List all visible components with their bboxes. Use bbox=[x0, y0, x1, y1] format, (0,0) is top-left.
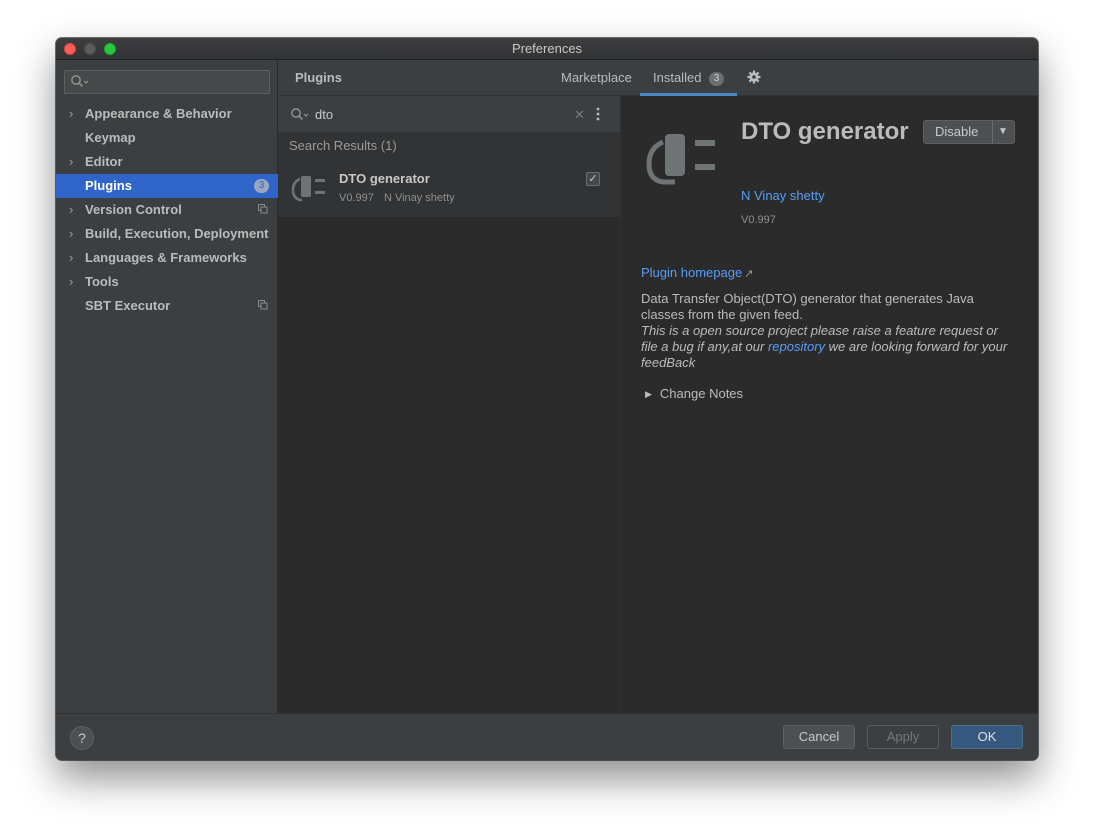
tab-installed[interactable]: Installed 3 bbox=[640, 60, 738, 96]
tab-marketplace[interactable]: Marketplace bbox=[561, 60, 632, 96]
plugin-list-item[interactable]: DTO generator V0.997 N Vinay shetty ✓ bbox=[278, 158, 620, 217]
repository-link[interactable]: repository bbox=[768, 339, 825, 354]
gear-icon[interactable] bbox=[747, 70, 761, 84]
disable-button-label: Disable bbox=[935, 124, 979, 139]
plugin-description: Data Transfer Object(DTO) generator that… bbox=[641, 291, 1011, 371]
ok-button[interactable]: OK bbox=[951, 725, 1023, 749]
cancel-button[interactable]: Cancel bbox=[783, 725, 855, 749]
dropdown-arrow-icon[interactable]: ▼ bbox=[998, 121, 1008, 143]
plugin-detail-pane: DTO generator N Vinay shetty V0.997 Disa… bbox=[621, 96, 1038, 713]
plugin-meta: V0.997 N Vinay shetty bbox=[339, 192, 462, 204]
triangle-right-icon: ▶ bbox=[645, 389, 652, 399]
sidebar-item-version-control[interactable]: › Version Control bbox=[56, 198, 278, 222]
sidebar-item-label: SBT Executor bbox=[85, 298, 171, 313]
plugin-plug-icon bbox=[291, 176, 325, 202]
sidebar-item-label: Languages & Frameworks bbox=[85, 250, 247, 265]
minimize-window-button[interactable] bbox=[84, 43, 96, 55]
plugin-enabled-checkbox[interactable]: ✓ bbox=[586, 172, 600, 186]
plugin-search-input[interactable]: dto bbox=[315, 96, 333, 133]
sidebar-item-label: Editor bbox=[85, 154, 123, 169]
plugins-header: Plugins Marketplace Installed 3 bbox=[278, 60, 1038, 96]
sidebar-item-languages-frameworks[interactable]: › Languages & Frameworks bbox=[56, 246, 278, 270]
chevron-right-icon: › bbox=[69, 202, 74, 217]
plugin-detail-version: V0.997 bbox=[741, 214, 776, 226]
plugin-detail-vendor[interactable]: N Vinay shetty bbox=[741, 188, 825, 203]
page-title: Plugins bbox=[295, 70, 342, 85]
plugins-count-badge: 3 bbox=[254, 179, 269, 193]
description-italic-text: This is a open source project please rai… bbox=[641, 323, 1011, 371]
plugin-plug-icon bbox=[646, 134, 715, 185]
sidebar-item-label: Version Control bbox=[85, 202, 182, 217]
sidebar-item-label: Keymap bbox=[85, 130, 136, 145]
split-button-divider bbox=[992, 121, 993, 143]
tab-label: Marketplace bbox=[561, 70, 632, 85]
sidebar-item-keymap[interactable]: Keymap bbox=[56, 126, 278, 150]
window-title: Preferences bbox=[511, 41, 583, 56]
installed-count-badge: 3 bbox=[709, 72, 725, 86]
sidebar-item-sbt-executor[interactable]: SBT Executor bbox=[56, 294, 278, 318]
plugin-search-bar: dto ✕ bbox=[278, 96, 620, 133]
preferences-window: Preferences › Appearance & Behavior Keym… bbox=[56, 38, 1038, 760]
plugin-vendor: N Vinay shetty bbox=[383, 192, 455, 204]
project-settings-icon bbox=[258, 204, 268, 214]
sidebar-item-tools[interactable]: › Tools bbox=[56, 270, 278, 294]
search-icon bbox=[71, 75, 89, 87]
description-text: Data Transfer Object(DTO) generator that… bbox=[641, 291, 974, 322]
more-options-icon[interactable] bbox=[596, 106, 600, 122]
title-bar: Preferences bbox=[56, 38, 1038, 60]
disable-plugin-button[interactable]: Disable ▼ bbox=[923, 120, 1015, 144]
dialog-footer: ? Cancel Apply OK bbox=[56, 713, 1038, 760]
plugin-detail-name: DTO generator bbox=[741, 118, 909, 145]
chevron-right-icon: › bbox=[69, 226, 74, 241]
chevron-right-icon: › bbox=[69, 274, 74, 289]
chevron-right-icon: › bbox=[69, 106, 74, 121]
clear-search-icon[interactable]: ✕ bbox=[574, 96, 585, 133]
close-window-button[interactable] bbox=[64, 43, 76, 55]
external-link-icon: ↗ bbox=[744, 268, 754, 280]
chevron-right-icon: › bbox=[69, 250, 74, 265]
plugin-list-pane: dto ✕ Search Results (1) DTO generator V… bbox=[278, 96, 621, 713]
sidebar-item-plugins[interactable]: Plugins 3 bbox=[56, 174, 278, 198]
search-icon bbox=[291, 108, 309, 120]
maximize-window-button[interactable] bbox=[104, 43, 116, 55]
sidebar-item-label: Build, Execution, Deployment bbox=[85, 226, 269, 241]
search-results-header: Search Results (1) bbox=[278, 133, 620, 158]
sidebar-item-label: Plugins bbox=[85, 178, 132, 193]
homepage-label: Plugin homepage bbox=[641, 265, 743, 280]
plugin-homepage-link[interactable]: Plugin homepage ↗ bbox=[641, 265, 753, 280]
project-settings-icon bbox=[258, 300, 268, 310]
sidebar-item-build-execution-deployment[interactable]: › Build, Execution, Deployment bbox=[56, 222, 278, 246]
change-notes-label: Change Notes bbox=[659, 386, 744, 401]
sidebar-item-appearance-behavior[interactable]: › Appearance & Behavior bbox=[56, 102, 278, 126]
change-notes-toggle[interactable]: ▶ Change Notes bbox=[645, 386, 743, 401]
plugin-version: V0.997 bbox=[339, 192, 374, 204]
chevron-right-icon: › bbox=[69, 154, 74, 169]
settings-nav: › Appearance & Behavior Keymap › Editor … bbox=[56, 102, 278, 318]
help-button[interactable]: ? bbox=[70, 726, 94, 750]
sidebar-item-label: Tools bbox=[85, 274, 119, 289]
tab-label: Installed bbox=[653, 70, 702, 85]
settings-search-input[interactable] bbox=[64, 70, 270, 94]
sidebar-item-label: Appearance & Behavior bbox=[85, 106, 232, 121]
settings-sidebar: › Appearance & Behavior Keymap › Editor … bbox=[56, 60, 278, 713]
apply-button[interactable]: Apply bbox=[867, 725, 939, 749]
plugin-name: DTO generator bbox=[339, 171, 430, 186]
sidebar-item-editor[interactable]: › Editor bbox=[56, 150, 278, 174]
